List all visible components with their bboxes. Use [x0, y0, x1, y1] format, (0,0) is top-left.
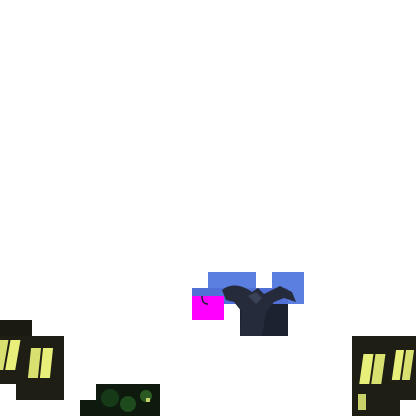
game-viewport[interactable]: [0, 0, 416, 416]
lit-windows-left: [0, 320, 64, 400]
sky-patch: [208, 272, 256, 288]
lit-windows-right: [352, 336, 416, 416]
bush-icon: [80, 384, 160, 416]
magenta-marker-icon: [192, 296, 224, 320]
